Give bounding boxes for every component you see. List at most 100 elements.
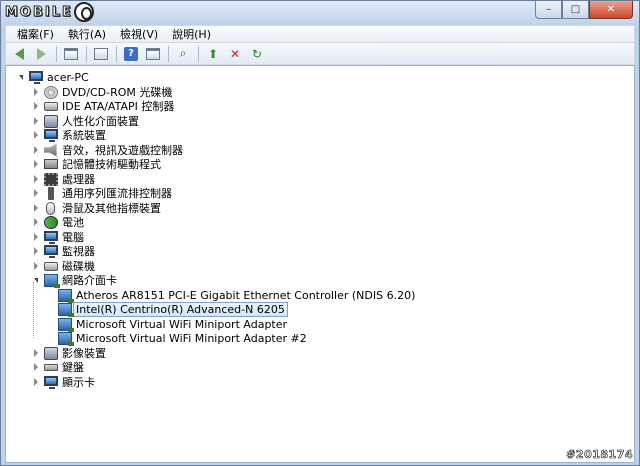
scan-hardware-icon[interactable]: ⌕ [174, 45, 192, 63]
expand-icon[interactable] [31, 261, 41, 271]
display-adapter-icon [44, 376, 58, 389]
uninstall-icon[interactable]: ✕ [226, 45, 244, 63]
tree-item-label: 監視器 [62, 245, 95, 258]
tree-item-label: Intel(R) Centrino(R) Advanced-N 6205 [73, 301, 288, 317]
toolbar-separator [56, 45, 57, 62]
network-adapter-icon [58, 331, 74, 346]
expand-icon[interactable] [31, 188, 41, 198]
expand-icon[interactable] [31, 246, 41, 256]
show-hide-icon[interactable] [92, 45, 110, 63]
expand-icon[interactable] [31, 130, 41, 140]
tree-item-intel-selected[interactable]: Intel(R) Centrino(R) Advanced-N 6205 [58, 301, 288, 317]
device-tree-panel[interactable]: acer-PC DVD/CD-ROM 光碟機 IDE ATA/ATAPI 控制器… [5, 65, 635, 463]
toolbar-separator [198, 45, 199, 62]
tree-item-keyboard[interactable]: 鍵盤 [31, 360, 84, 374]
expand-icon[interactable] [31, 217, 41, 227]
expand-icon[interactable] [31, 377, 41, 387]
computer-icon [44, 231, 58, 244]
ide-controller-icon [44, 101, 58, 111]
tree-item-battery[interactable]: 電池 [31, 215, 84, 229]
computer-icon [29, 71, 43, 84]
tree-item-atheros[interactable]: Atheros AR8151 PCI-E Gigabit Ethernet Co… [58, 288, 415, 303]
expand-icon[interactable] [31, 174, 41, 184]
expand-icon[interactable] [31, 362, 41, 372]
window-icon[interactable] [144, 45, 162, 63]
tree-item-processor[interactable]: 處理器 [31, 172, 95, 186]
menu-file[interactable]: 檔案(F) [10, 26, 61, 42]
toolbar: ? ⌕ ⬆ ✕ ↻ [5, 43, 635, 65]
expand-icon[interactable] [31, 159, 41, 169]
tree-root-label: acer-PC [47, 70, 89, 84]
update-driver-icon[interactable]: ⬆ [204, 45, 222, 63]
title-bar[interactable]: MOBILE – □ ✕ [1, 1, 639, 23]
disk-drive-icon [44, 261, 58, 271]
expand-icon[interactable] [31, 116, 41, 126]
network-adapter-icon [58, 288, 74, 303]
tree-item-system[interactable]: 系統裝置 [31, 128, 106, 142]
expand-icon[interactable] [31, 145, 41, 155]
menu-view[interactable]: 檢視(V) [113, 26, 165, 42]
tree-connector-line [33, 282, 34, 338]
tree-item-display[interactable]: 顯示卡 [31, 375, 95, 389]
mouse-icon [46, 201, 55, 215]
tree-item-imaging[interactable]: 影像裝置 [31, 346, 106, 360]
expand-icon[interactable] [31, 232, 41, 242]
tree-item-label: 電池 [62, 216, 84, 229]
tree-item-network[interactable]: 網路介面卡 [31, 273, 117, 288]
enable-device-icon[interactable]: ↻ [248, 45, 266, 63]
tree-item-disk[interactable]: 磁碟機 [31, 259, 95, 273]
minimize-button[interactable]: – [535, 1, 562, 19]
system-device-icon [44, 129, 58, 142]
processor-icon [44, 172, 58, 186]
watermark: #2018174 [566, 448, 633, 462]
imaging-device-icon [44, 346, 58, 360]
monitor-icon [44, 245, 58, 258]
tree-item-usb[interactable]: 通用序列匯流排控制器 [31, 186, 172, 200]
battery-icon [44, 215, 58, 229]
tree-root[interactable]: acer-PC [16, 70, 89, 84]
tree-item-dvd[interactable]: DVD/CD-ROM 光碟機 [31, 85, 172, 99]
logo-eye-icon [73, 2, 94, 22]
network-adapter-icon [58, 317, 74, 332]
disc-drive-icon [44, 85, 58, 99]
menu-action[interactable]: 執行(A) [61, 26, 113, 42]
expand-icon[interactable] [31, 348, 41, 358]
tree-item-label: 網路介面卡 [62, 274, 117, 287]
toolbar-separator [168, 45, 169, 62]
tree-item-computer[interactable]: 電腦 [31, 230, 84, 244]
back-arrow-icon[interactable] [10, 45, 28, 63]
menu-bar: 檔案(F) 執行(A) 檢視(V) 說明(H) [5, 25, 635, 43]
help-icon[interactable]: ? [122, 45, 140, 63]
collapse-icon[interactable] [16, 72, 26, 82]
tree-item-mouse[interactable]: 滑鼠及其他指標裝置 [31, 201, 161, 215]
tree-item-virtual-wifi[interactable]: Microsoft Virtual WiFi Miniport Adapter [58, 317, 288, 332]
tree-item-virtual-wifi-2[interactable]: Microsoft Virtual WiFi Miniport Adapter … [58, 331, 307, 346]
device-manager-window: MOBILE – □ ✕ 檔案(F) 執行(A) 檢視(V) 說明(H) ? ⌕… [0, 0, 640, 466]
tree-item-label: IDE ATA/ATAPI 控制器 [62, 100, 175, 113]
expand-icon[interactable] [31, 101, 41, 111]
keyboard-icon [44, 363, 58, 371]
logo-text: MOBILE [5, 4, 73, 20]
maximize-button[interactable]: □ [562, 1, 589, 19]
memory-icon [44, 159, 58, 169]
mobile01-logo: MOBILE [5, 2, 94, 22]
usb-icon [48, 186, 54, 200]
menu-help[interactable]: 說明(H) [165, 26, 218, 42]
tree-item-label: Microsoft Virtual WiFi Miniport Adapter [76, 317, 288, 331]
network-adapter-icon [58, 302, 74, 317]
tree-item-label: 系統裝置 [62, 129, 106, 142]
tree-item-hid[interactable]: 人性化介面裝置 [31, 114, 139, 128]
speaker-icon [44, 143, 57, 157]
window-controls: – □ ✕ [535, 1, 633, 19]
forward-arrow-icon[interactable] [32, 45, 50, 63]
properties-icon[interactable] [62, 45, 80, 63]
toolbar-separator [86, 45, 87, 62]
close-button[interactable]: ✕ [589, 1, 633, 19]
tree-item-label: Microsoft Virtual WiFi Miniport Adapter … [76, 331, 307, 345]
expand-icon[interactable] [31, 203, 41, 213]
tree-item-ide[interactable]: IDE ATA/ATAPI 控制器 [31, 99, 174, 113]
expand-icon[interactable] [31, 87, 41, 97]
tree-item-monitor[interactable]: 監視器 [31, 244, 95, 258]
tree-item-audio[interactable]: 音效，視訊及遊戲控制器 [31, 143, 183, 157]
tree-item-memory[interactable]: 記憶體技術驅動程式 [31, 157, 161, 171]
